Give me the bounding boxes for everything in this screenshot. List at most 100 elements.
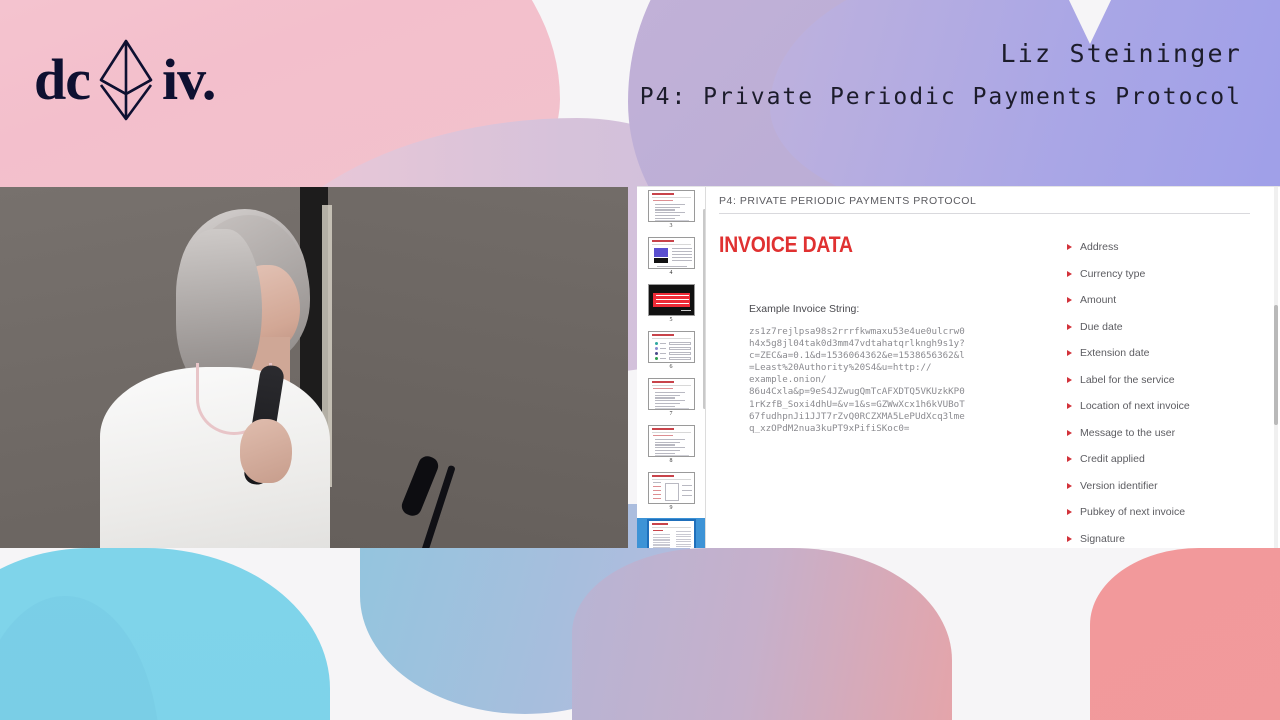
- thumb-element: [675, 546, 691, 548]
- slide-left-column: INVOICE DATA Example Invoice String: zs1…: [719, 232, 1049, 548]
- slide-thumbnail-rail[interactable]: 3 4 5 6 7 8 9 10: [637, 187, 705, 548]
- thumbnail-rail-scrollbar[interactable]: [703, 209, 705, 409]
- thumb-element: [654, 394, 680, 397]
- slide-thumbnail-8[interactable]: 8: [637, 424, 705, 471]
- slide-thumbnail-4[interactable]: 4: [637, 236, 705, 283]
- presentation-stage: dc iv. Liz Steininger P4: Private Period…: [0, 0, 1280, 720]
- slide-thumbnail-preview[interactable]: [647, 237, 695, 269]
- thumb-element: [653, 248, 668, 257]
- thumb-element: [651, 243, 691, 244]
- thumb-element: [654, 439, 685, 441]
- thumb-element: [653, 258, 668, 263]
- invoice-field-row: Address: [1067, 234, 1268, 261]
- thumb-element: [652, 482, 661, 483]
- bullet-triangle-icon: [1067, 403, 1072, 410]
- thumb-element: [671, 251, 692, 253]
- thumb-element: [654, 214, 680, 217]
- slide-thumbnail-3[interactable]: 3: [637, 189, 705, 236]
- decorative-blob-cyan-inner: [0, 596, 160, 720]
- slide-thumbnail-preview[interactable]: [647, 472, 695, 504]
- invoice-field-label: Due date: [1080, 320, 1123, 333]
- thumb-element: [675, 533, 691, 535]
- logo-text-left: dc: [34, 47, 91, 112]
- thumb-element: [651, 196, 691, 197]
- invoice-field-label: Message to the user: [1080, 426, 1176, 439]
- slide-thumbnail-preview[interactable]: [647, 284, 695, 316]
- thumb-element: [654, 212, 685, 214]
- thumb-element: [675, 543, 691, 545]
- slide-thumbnail-6[interactable]: 6: [637, 330, 705, 377]
- thumb-element: [659, 348, 666, 350]
- speaker-hand: [240, 419, 292, 483]
- thumb-element: [654, 449, 680, 452]
- thumb-element: [654, 392, 685, 394]
- invoice-field-row: Due date: [1067, 314, 1268, 341]
- invoice-field-label: Currency type: [1080, 267, 1146, 280]
- thumb-element: [654, 204, 685, 206]
- ethereum-diamond-icon: [96, 38, 156, 122]
- thumb-element: [654, 455, 689, 456]
- thumb-element: [671, 257, 692, 259]
- thumb-element: [651, 334, 674, 336]
- thumb-element: [651, 193, 674, 195]
- slide-thumbnail-number: 5: [669, 317, 673, 323]
- thumb-element: [680, 310, 691, 311]
- thumb-element: [652, 200, 673, 202]
- slide-thumbnail-number: 3: [669, 223, 673, 229]
- bullet-triangle-icon: [1067, 535, 1072, 542]
- thumb-element: [651, 523, 668, 525]
- invoice-field-row: Credit applied: [1067, 446, 1268, 473]
- talk-title: P4: Private Periodic Payments Protocol: [639, 84, 1242, 111]
- bullet-triangle-icon: [1067, 297, 1072, 304]
- slide-viewer: 3 4 5 6 7 8 9 10 P4: PRIVATE PERIODIC PAYMENTS …: [637, 186, 1280, 548]
- thumb-element: [654, 347, 658, 350]
- slide-thumbnail-7[interactable]: 7: [637, 377, 705, 424]
- slide-thumbnail-5[interactable]: 5: [637, 283, 705, 330]
- slide-thumbnail-list[interactable]: 3 4 5 6 7 8 9 10: [637, 189, 705, 548]
- thumb-element: [681, 490, 692, 492]
- thumb-element: [651, 475, 674, 477]
- slide-scrollbar-thumb[interactable]: [1274, 305, 1278, 425]
- decorative-blob-cyan: [0, 548, 330, 720]
- slide-thumbnail-preview[interactable]: [646, 519, 696, 548]
- slide-thumbnail-number: 8: [669, 458, 673, 464]
- bullet-triangle-icon: [1067, 456, 1072, 463]
- slide-thumbnail-preview[interactable]: [647, 331, 695, 363]
- thumb-element: [655, 295, 689, 297]
- thumb-element: [668, 346, 691, 350]
- decorative-blob-mauve-bottom: [572, 548, 952, 720]
- current-slide[interactable]: P4: PRIVATE PERIODIC PAYMENTS PROTOCOL I…: [706, 187, 1280, 548]
- thumb-element: [651, 526, 691, 527]
- thumb-element: [656, 266, 687, 268]
- thumb-element: [654, 217, 675, 219]
- bullet-triangle-icon: [1067, 350, 1072, 357]
- invoice-field-label: Label for the service: [1080, 373, 1175, 386]
- slide-thumbnail-number: 7: [669, 411, 673, 417]
- thumb-element: [654, 352, 658, 355]
- thumb-element: [654, 402, 680, 405]
- slide-thumbnail-preview[interactable]: [647, 425, 695, 457]
- slide-thumbnail-preview[interactable]: [647, 378, 695, 410]
- speaker-video-feed[interactable]: [0, 187, 628, 548]
- thumb-element: [654, 405, 675, 407]
- invoice-caption: Example Invoice String:: [749, 303, 860, 315]
- thumb-element: [659, 353, 666, 355]
- bullet-triangle-icon: [1067, 509, 1072, 516]
- dciv-logo: dc iv.: [34, 38, 216, 122]
- thumb-element: [654, 444, 675, 446]
- video-wall-right: [320, 187, 628, 548]
- thumb-element: [652, 494, 661, 496]
- slide-thumbnail-9[interactable]: 9: [637, 471, 705, 518]
- thumb-element: [654, 342, 658, 345]
- thumb-element: [671, 248, 692, 250]
- thumb-element: [654, 400, 685, 402]
- invoice-field-row: Signature: [1067, 526, 1268, 549]
- invoice-field-label: Pubkey of next invoice: [1080, 506, 1186, 519]
- slide-thumbnail-10[interactable]: 10: [637, 518, 705, 548]
- thumb-element: [675, 531, 691, 533]
- slide-eyebrow: P4: PRIVATE PERIODIC PAYMENTS PROTOCOL: [719, 195, 977, 207]
- invoice-field-label: Amount: [1080, 294, 1117, 307]
- thumb-element: [654, 447, 685, 449]
- thumb-element: [654, 397, 675, 399]
- slide-thumbnail-preview[interactable]: [647, 190, 695, 222]
